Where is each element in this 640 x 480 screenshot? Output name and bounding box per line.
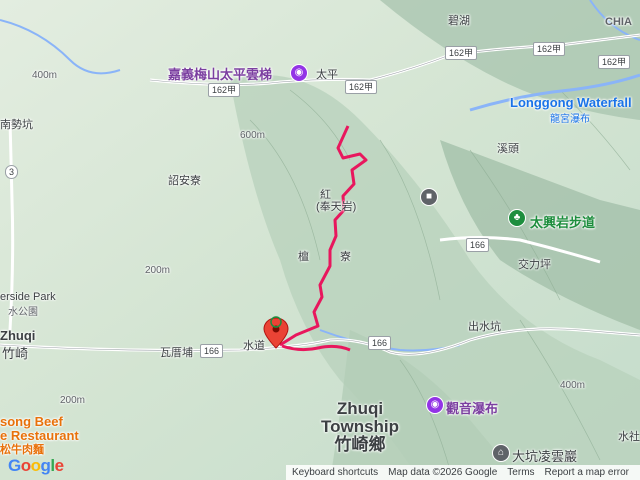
place-label-xitou[interactable]: 溪頭	[497, 140, 519, 156]
place-label-riverside[interactable]: erside Park	[0, 291, 56, 303]
google-logo: Google	[8, 456, 64, 475]
beef-line-3: 松牛肉麵	[0, 444, 44, 456]
place-label-zhaoanliao[interactable]: 詔安寮	[168, 172, 201, 188]
beef-line-2: e Restaurant	[0, 428, 79, 443]
road-shield: 162甲	[345, 80, 378, 94]
map-data-attribution: Map data ©2026 Google	[388, 467, 498, 478]
keyboard-shortcuts-link[interactable]: Keyboard shortcuts	[292, 467, 378, 478]
township-en-1: Zhuqi	[336, 399, 384, 418]
elevation-label: 600m	[240, 130, 266, 141]
elevation-label: 400m	[560, 380, 586, 391]
road-shield: 162甲	[445, 46, 478, 60]
place-label-taiping[interactable]: 太平	[316, 66, 338, 82]
attraction-icon[interactable]: ◉	[290, 64, 308, 82]
place-label-riverside-zh[interactable]: 水公園	[8, 303, 38, 318]
place-label-meishan[interactable]: 嘉義梅山太平雲梯	[168, 64, 272, 83]
place-label-beef[interactable]: song Beef e Restaurant 松牛肉麵	[0, 415, 79, 457]
attraction-icon[interactable]: ◉	[426, 396, 444, 414]
road-shield: 3	[5, 165, 19, 179]
township-zh: 竹崎鄉	[334, 435, 386, 454]
township-en-2: Township	[320, 417, 400, 436]
place-label-zhuqi-en[interactable]: Zhuqi	[0, 328, 35, 343]
elevation-label: 400m	[32, 70, 58, 81]
road-shield: 162甲	[533, 42, 566, 56]
road-shield: 166	[200, 344, 224, 358]
elevation-label: 200m	[145, 265, 171, 276]
road-shield: 162甲	[598, 55, 631, 69]
map-footer: Keyboard shortcuts Map data ©2026 Google…	[286, 465, 640, 480]
place-label-shuishe[interactable]: 水社	[618, 428, 640, 444]
place-label-shuidao[interactable]: 水道	[243, 337, 265, 353]
place-label-bihu[interactable]: 碧湖	[448, 12, 470, 28]
place-label-nanshikeng[interactable]: 南勢坑	[0, 116, 33, 132]
elevation-label: 200m	[60, 395, 86, 406]
place-label-guanyin[interactable]: 觀音瀑布	[446, 398, 498, 417]
place-label-chia[interactable]: CHIA	[605, 16, 632, 28]
road-shield: 166	[466, 238, 490, 252]
beef-line-1: song Beef	[0, 414, 63, 429]
road-shield: 162甲	[208, 83, 241, 97]
place-label-tanzhu[interactable]: 檀	[298, 248, 309, 264]
place-label-tanzhu2[interactable]: 寮	[340, 248, 351, 264]
place-label-chushuikeng[interactable]: 出水坑	[468, 318, 501, 334]
temple-icon[interactable]: ⌂	[492, 444, 510, 462]
place-label-waliao[interactable]: 瓦厝埔	[160, 344, 193, 360]
road-shield: 166	[368, 336, 392, 350]
township-label[interactable]: Zhuqi Township 竹崎鄉	[310, 400, 410, 454]
place-label-jiaoliping[interactable]: 交力坪	[518, 256, 551, 272]
place-label-fengtianyan[interactable]: (奉天岩)	[316, 198, 356, 214]
place-label-longgong-en[interactable]: Longgong Waterfall	[510, 95, 632, 110]
report-error-link[interactable]: Report a map error	[545, 467, 629, 478]
terms-link[interactable]: Terms	[507, 467, 534, 478]
place-label-longgong-zh[interactable]: 龍宮瀑布	[550, 110, 590, 125]
place-label-taixing[interactable]: 太興岩步道	[530, 212, 595, 231]
bus-stop-icon[interactable]: ■	[420, 188, 438, 206]
place-label-dakeng[interactable]: 大坑凌雲巖	[512, 446, 577, 465]
hiking-trail-icon[interactable]: ♣	[508, 209, 526, 227]
place-label-zhuqi-zh[interactable]: 竹崎	[2, 343, 28, 362]
